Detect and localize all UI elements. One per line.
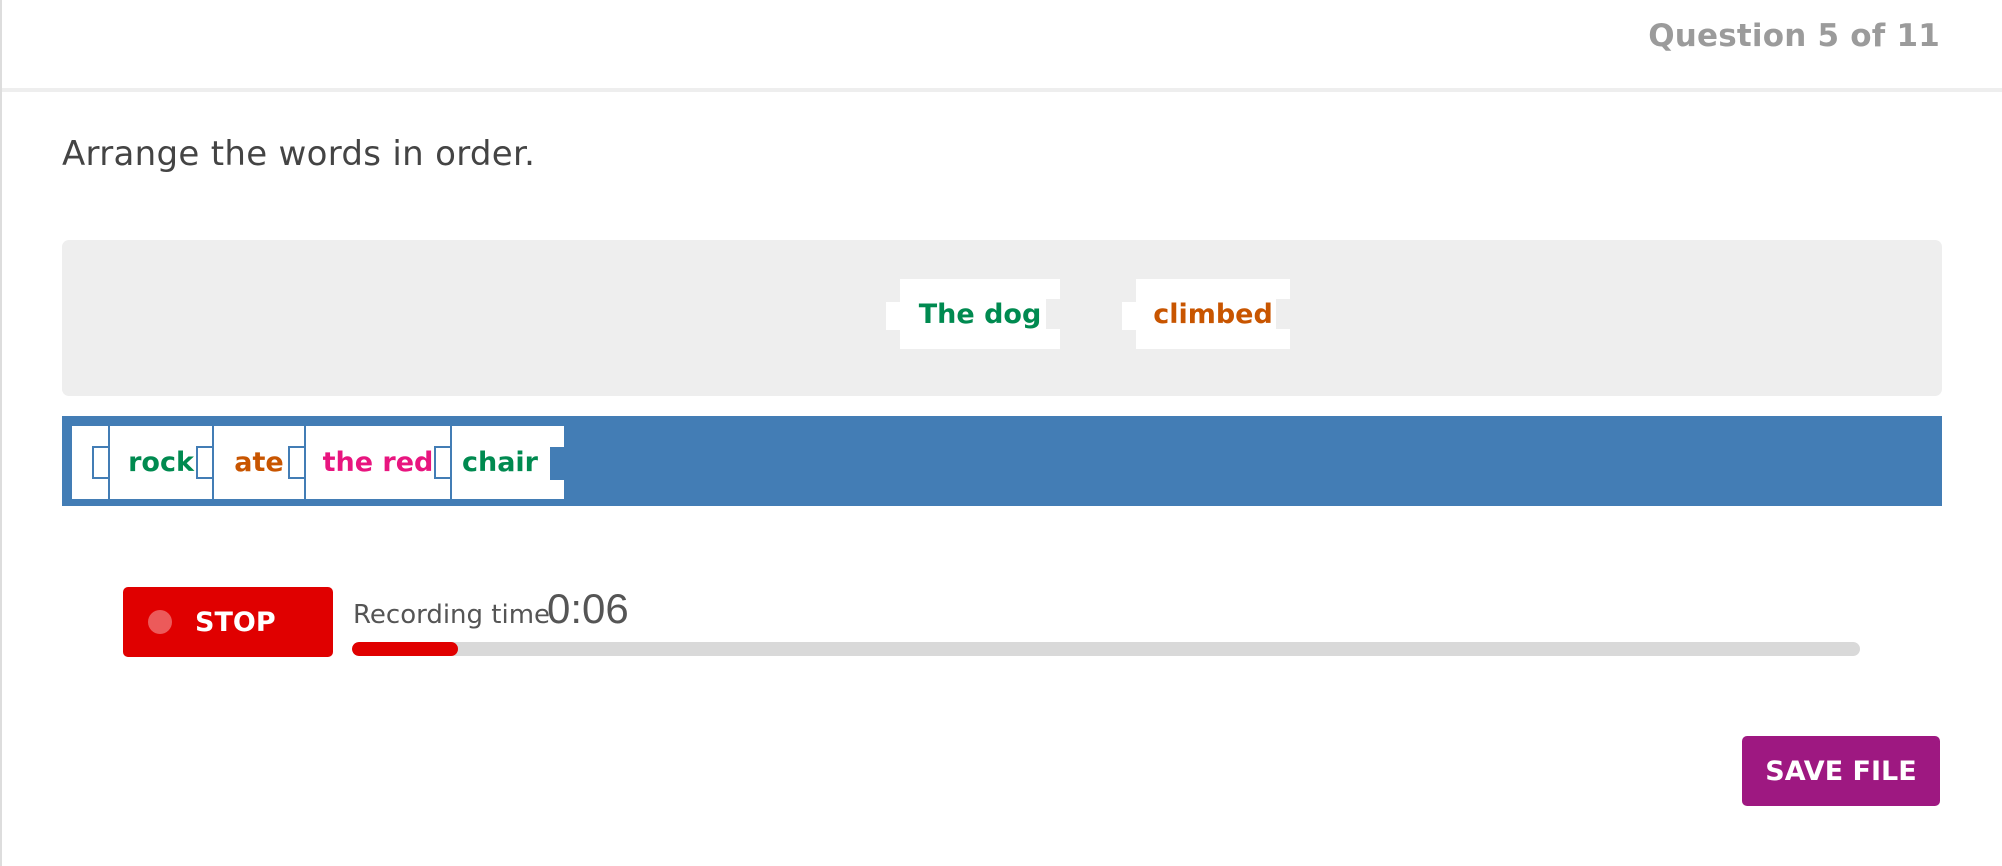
- tile-notch: [92, 446, 108, 479]
- bank-word-tile[interactable]: the red: [288, 426, 450, 499]
- bank-word-tile[interactable]: chair: [434, 426, 564, 499]
- record-dot-icon: [148, 610, 172, 634]
- question-prompt: Arrange the words in order.: [62, 134, 536, 174]
- save-file-button[interactable]: SAVE FILE: [1742, 736, 1940, 806]
- tile-body: The dog: [900, 279, 1060, 349]
- recording-progress-fill: [352, 642, 458, 656]
- tile-label: the red: [322, 447, 434, 478]
- recording-time-label: Recording time: [353, 600, 551, 630]
- question-counter: Question 5 of 11: [1648, 18, 1940, 54]
- tile-end-notch: [550, 447, 564, 480]
- tile-label: rock: [128, 447, 194, 478]
- tile-notch: [196, 446, 212, 479]
- left-border: [0, 0, 2, 866]
- recording-progress-bar: [352, 642, 1860, 656]
- recording-time-value: 0:06: [547, 585, 629, 632]
- tile-label: chair: [461, 447, 539, 478]
- answer-drop-zone[interactable]: The dog climbed: [62, 240, 1942, 396]
- stop-recording-button[interactable]: STOP: [123, 587, 333, 657]
- tile-label: The dog: [918, 298, 1042, 330]
- word-bank[interactable]: rock ate the red chair: [62, 416, 1942, 506]
- tile-notch: [288, 446, 304, 479]
- tile-label: ate: [234, 447, 284, 478]
- tile-body: climbed: [1136, 279, 1290, 349]
- header-bar: Question 5 of 11: [2, 0, 2002, 92]
- stop-label: STOP: [195, 606, 276, 638]
- word-bank-tiles: rock ate the red chair: [72, 426, 564, 499]
- tile-label: climbed: [1153, 298, 1273, 330]
- tile-notch: [1046, 299, 1060, 329]
- tile-notch: [434, 446, 450, 479]
- tile-notch: [1276, 299, 1290, 329]
